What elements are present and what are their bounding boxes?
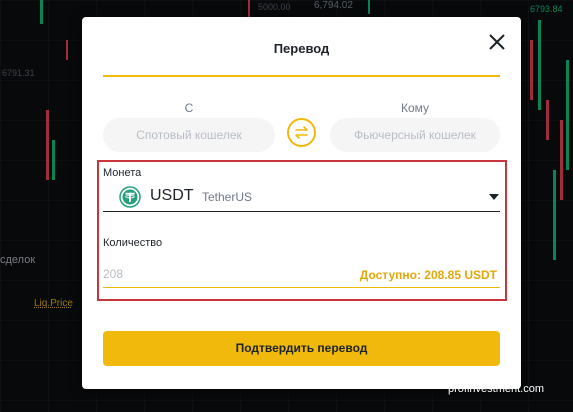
coin-symbol: USDT bbox=[150, 187, 194, 204]
from-wallet-select[interactable]: Спотовый кошелек bbox=[103, 118, 275, 152]
coin-name: TetherUS bbox=[202, 190, 253, 204]
coin-select[interactable]: USDT TetherUS bbox=[103, 183, 500, 212]
transfer-dialog: Перевод С Кому Спотовый кошелек Фьючерсн… bbox=[82, 17, 521, 389]
close-icon[interactable] bbox=[486, 31, 508, 53]
to-wallet-select[interactable]: Фьючерсный кошелек bbox=[330, 118, 500, 152]
swap-arrows-icon[interactable] bbox=[287, 118, 316, 147]
dialog-title: Перевод bbox=[273, 41, 330, 56]
chevron-down-icon bbox=[489, 194, 499, 200]
to-label: Кому bbox=[400, 101, 430, 115]
available-balance-link[interactable]: Доступно: 208.85 USDT bbox=[332, 268, 497, 282]
title-divider bbox=[103, 75, 500, 77]
amount-label: Количество bbox=[103, 237, 163, 249]
watermark: profinvestment.com bbox=[448, 383, 544, 395]
tether-icon bbox=[119, 186, 141, 208]
confirm-transfer-button[interactable]: Подтвердить перевод bbox=[103, 331, 500, 366]
amount-input[interactable] bbox=[103, 264, 343, 284]
coin-label: Монета bbox=[103, 167, 142, 179]
from-label: С bbox=[184, 101, 194, 115]
amount-underline bbox=[103, 287, 500, 288]
